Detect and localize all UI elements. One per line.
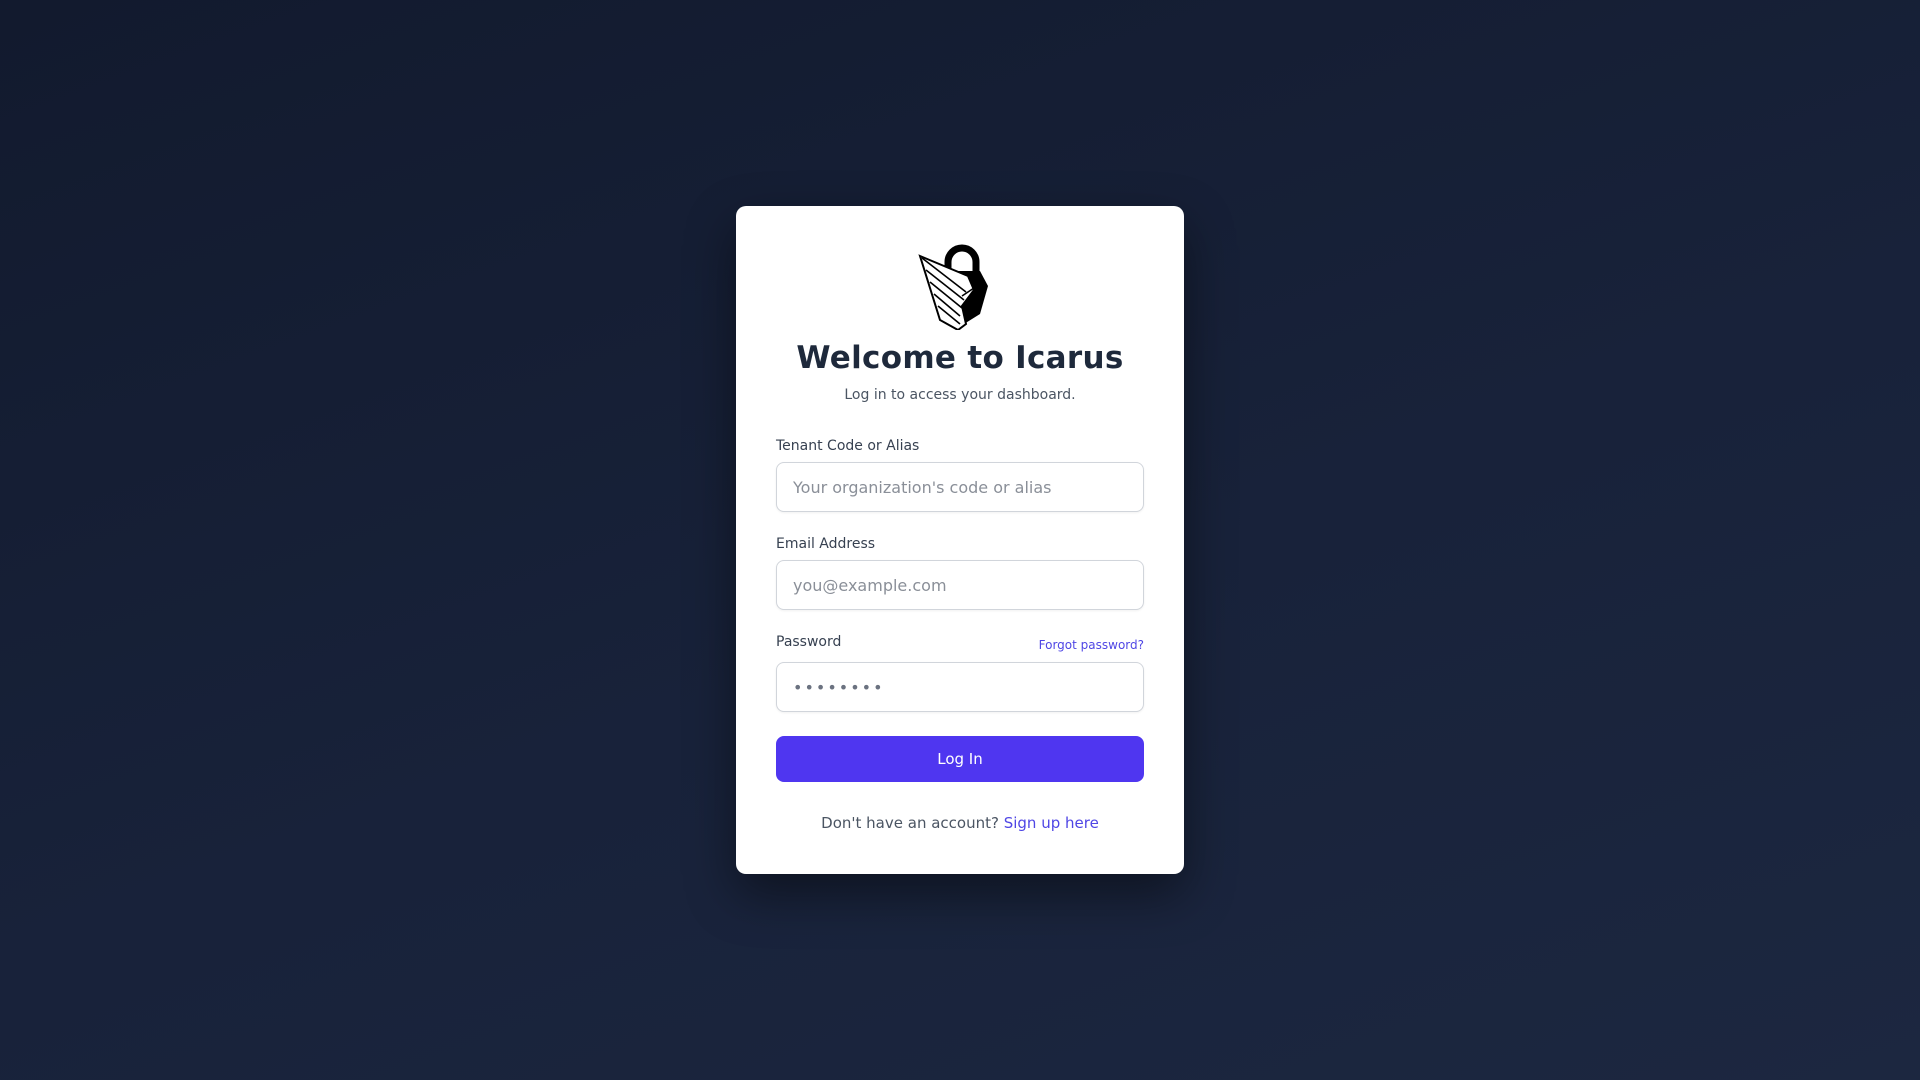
password-input[interactable] (776, 662, 1144, 712)
email-input[interactable] (776, 560, 1144, 610)
tenant-label: Tenant Code or Alias (776, 438, 920, 454)
page-title: Welcome to Icarus (796, 340, 1124, 376)
login-card: Welcome to Icarus Log in to access your … (736, 206, 1184, 874)
forgot-password-link[interactable]: Forgot password? (1039, 638, 1144, 652)
login-button[interactable]: Log In (776, 736, 1144, 782)
winged-padlock-icon (918, 244, 988, 330)
email-label: Email Address (776, 536, 876, 552)
password-label: Password (776, 634, 842, 650)
page-subtitle: Log in to access your dashboard. (844, 387, 1076, 403)
tenant-input[interactable] (776, 462, 1144, 512)
signup-row: Don't have an account? Sign up here (736, 814, 1184, 832)
signup-prompt: Don't have an account? (821, 814, 1004, 832)
signup-link[interactable]: Sign up here (1004, 814, 1099, 832)
